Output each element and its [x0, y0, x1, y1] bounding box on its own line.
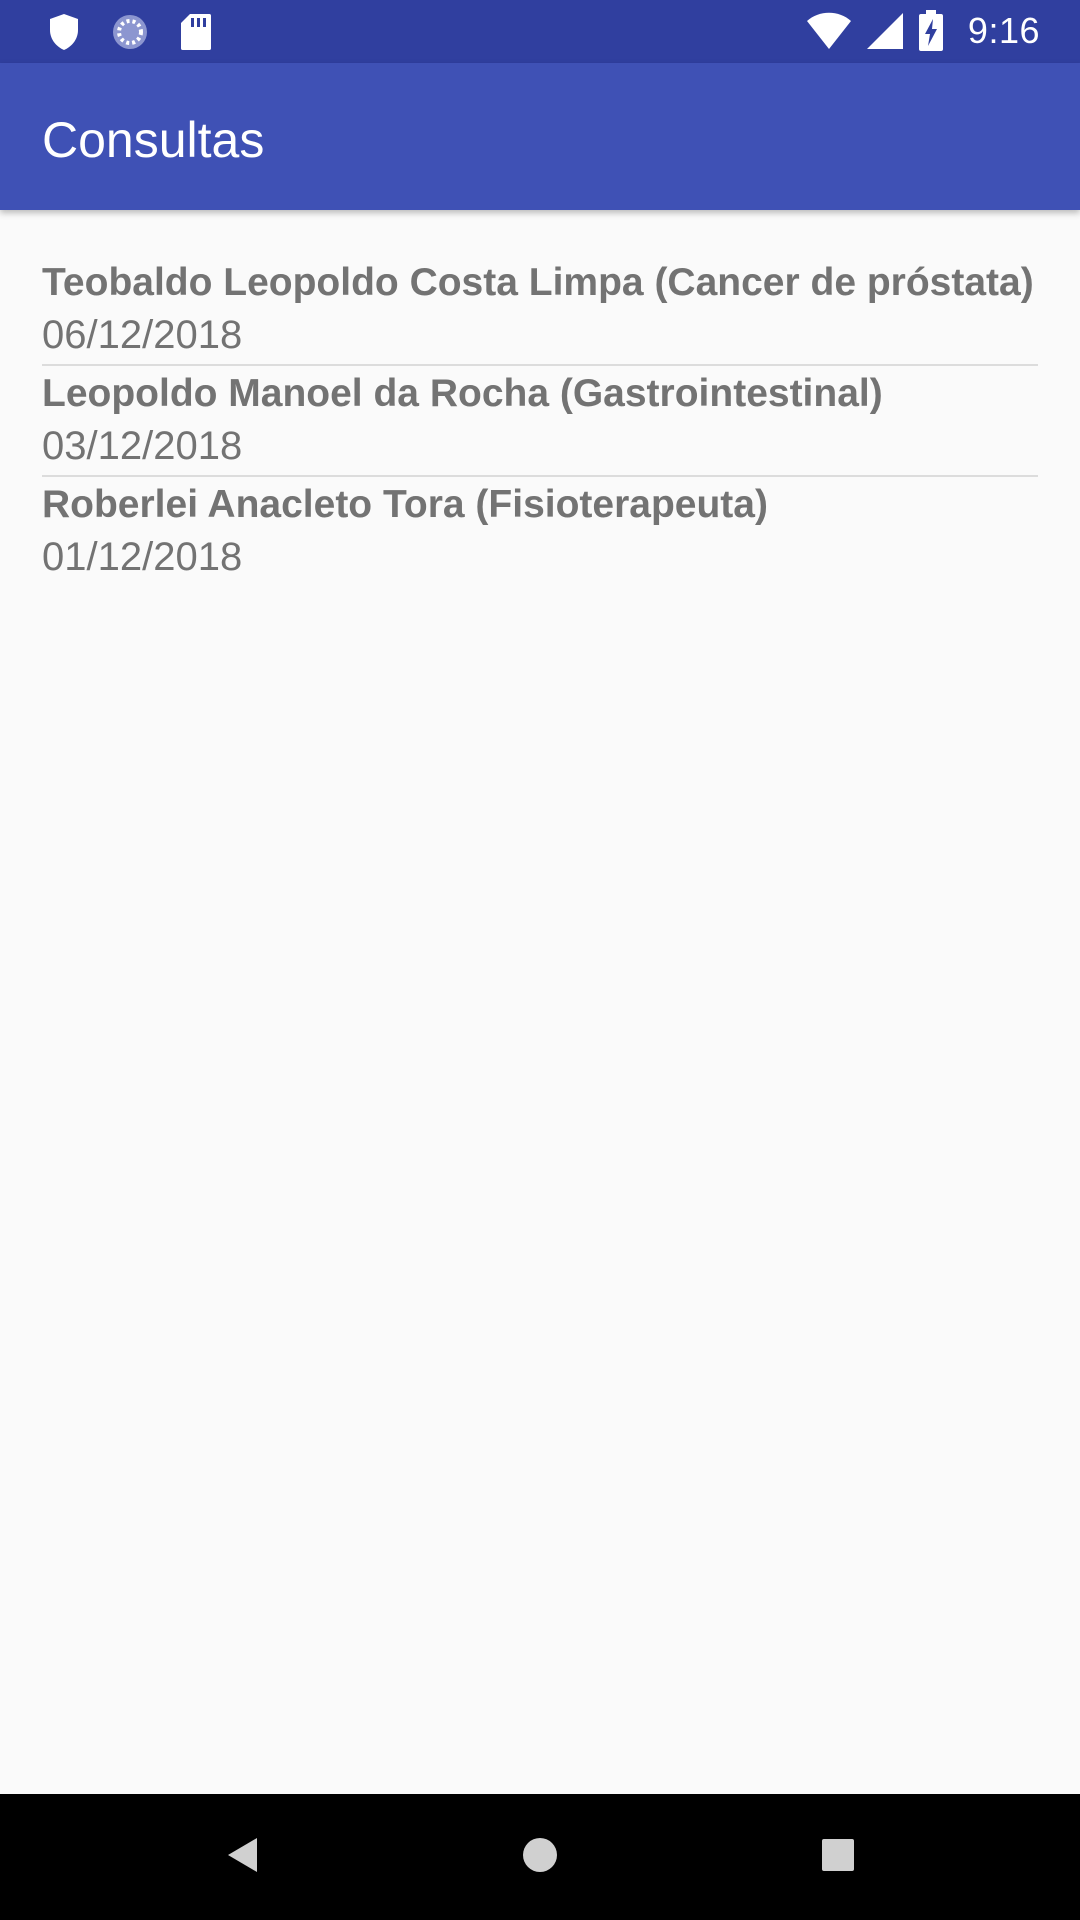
back-button[interactable]: [212, 1827, 272, 1887]
back-icon: [225, 1836, 259, 1879]
recents-icon: [821, 1838, 855, 1877]
status-bar: 9:16: [0, 0, 1080, 63]
list-item[interactable]: Teobaldo Leopoldo Costa Limpa (Cancer de…: [42, 259, 1038, 366]
list-item-date: 06/12/2018: [42, 313, 243, 357]
sync-icon: [110, 12, 150, 52]
shield-icon: [48, 13, 80, 51]
app-bar: Consultas: [0, 63, 1080, 210]
list-item[interactable]: Roberlei Anacleto Tora (Fisioterapeuta) …: [42, 481, 1038, 586]
signal-icon: [866, 12, 904, 50]
battery-charging-icon: [918, 10, 944, 52]
navigation-bar: [0, 1794, 1080, 1920]
wifi-icon: [806, 12, 852, 50]
home-button[interactable]: [510, 1827, 570, 1887]
screen: 9:16 Consultas Teobaldo Leopoldo Costa L…: [0, 0, 1080, 1920]
list-item-title: Teobaldo Leopoldo Costa Limpa (Cancer de…: [42, 261, 1034, 304]
list-item-date: 03/12/2018: [42, 424, 243, 468]
consultation-list: Teobaldo Leopoldo Costa Limpa (Cancer de…: [42, 255, 1038, 586]
status-time: 9:16: [967, 10, 1040, 51]
list-item[interactable]: Leopoldo Manoel da Rocha (Gastrointestin…: [42, 370, 1038, 477]
recents-button[interactable]: [808, 1827, 868, 1887]
list-item-title: Roberlei Anacleto Tora (Fisioterapeuta): [42, 483, 768, 526]
home-icon: [522, 1837, 558, 1878]
status-bar-right: 9:16: [806, 8, 1040, 54]
sd-card-icon: [180, 13, 212, 51]
list-item-date: 01/12/2018: [42, 535, 243, 579]
list-item-title: Leopoldo Manoel da Rocha (Gastrointestin…: [42, 372, 883, 415]
status-bar-left: [48, 10, 212, 54]
page-title: Consultas: [42, 112, 265, 168]
